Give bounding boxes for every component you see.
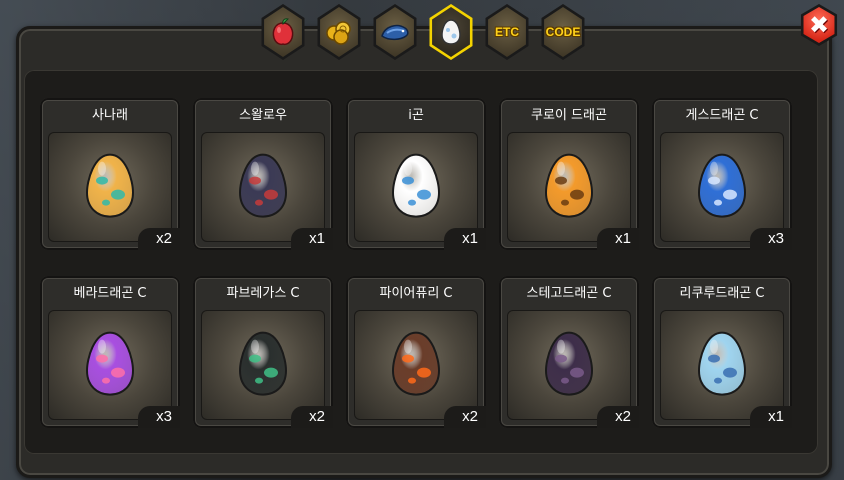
egg-card[interactable]: 베라드래곤 C x3 xyxy=(40,276,180,428)
egg-card[interactable]: i곤 x1 xyxy=(346,98,486,250)
egg-slot xyxy=(354,310,478,420)
egg-icon xyxy=(238,153,288,218)
egg-quantity: x1 xyxy=(597,228,639,250)
tab-coins[interactable] xyxy=(314,4,364,60)
egg-icon xyxy=(544,153,594,218)
egg-grid: 사나래 x2 스왈로우 x1 i곤 x1 쿠로이 드래곤 x1 게스드래곤 Cx3 베라드래곤 C… xyxy=(40,98,792,428)
egg-quantity: x3 xyxy=(750,228,792,250)
egg-icon xyxy=(391,331,441,396)
egg-card[interactable]: 스테고드래곤 C x2 xyxy=(499,276,639,428)
egg-slot xyxy=(354,132,478,242)
category-tabs: ETC CODE xyxy=(258,4,588,60)
close-icon: ✖ xyxy=(808,11,830,39)
egg-name: 리쿠루드래곤 C xyxy=(679,286,765,301)
egg-icon xyxy=(441,19,461,45)
egg-quantity: x1 xyxy=(750,406,792,428)
egg-card[interactable]: 쿠로이 드래곤 x1 xyxy=(499,98,639,250)
egg-name: 베라드래곤 C xyxy=(73,286,147,301)
egg-quantity: x1 xyxy=(291,228,333,250)
egg-name: 게스드래곤 C xyxy=(685,108,759,123)
tab-fish[interactable] xyxy=(370,4,420,60)
egg-quantity: x2 xyxy=(444,406,486,428)
egg-name: i곤 xyxy=(408,108,424,123)
tab-fruit[interactable] xyxy=(258,4,308,60)
red-fruit-icon xyxy=(272,18,294,46)
gold-coins-icon xyxy=(326,21,351,45)
egg-name: 사나래 xyxy=(92,108,128,123)
egg-card[interactable]: 사나래 x2 xyxy=(40,98,180,250)
egg-name: 스테고드래곤 C xyxy=(526,286,612,301)
egg-slot xyxy=(507,310,631,420)
egg-icon xyxy=(85,331,135,396)
tab-eggs[interactable] xyxy=(426,4,476,60)
egg-slot xyxy=(507,132,631,242)
egg-slot xyxy=(48,310,172,420)
egg-card[interactable]: 게스드래곤 C x3 xyxy=(652,98,792,250)
blue-fish-icon xyxy=(381,24,409,41)
egg-card[interactable]: 스왈로우 x1 xyxy=(193,98,333,250)
egg-slot xyxy=(201,132,325,242)
egg-slot xyxy=(660,310,784,420)
egg-card[interactable]: 리쿠루드래곤 C x1 xyxy=(652,276,792,428)
tab-etc[interactable]: ETC xyxy=(482,4,532,60)
egg-name: 파이어퓨리 C xyxy=(379,286,453,301)
egg-icon xyxy=(697,331,747,396)
egg-quantity: x2 xyxy=(291,406,333,428)
egg-quantity: x1 xyxy=(444,228,486,250)
tab-code[interactable]: CODE xyxy=(538,4,588,60)
egg-name: 파브레가스 C xyxy=(226,286,300,301)
egg-name: 쿠로이 드래곤 xyxy=(531,108,607,123)
egg-icon xyxy=(391,153,441,218)
egg-quantity: x2 xyxy=(138,228,180,250)
egg-slot xyxy=(48,132,172,242)
egg-slot xyxy=(660,132,784,242)
egg-icon xyxy=(697,153,747,218)
egg-quantity: x2 xyxy=(597,406,639,428)
tab-etc-label: ETC xyxy=(495,25,519,39)
egg-name: 스왈로우 xyxy=(239,108,287,123)
egg-quantity: x3 xyxy=(138,406,180,428)
egg-card[interactable]: 파이어퓨리 C x2 xyxy=(346,276,486,428)
tab-code-label: CODE xyxy=(545,25,581,39)
egg-card[interactable]: 파브레가스 C x2 xyxy=(193,276,333,428)
egg-icon xyxy=(238,331,288,396)
egg-icon xyxy=(544,331,594,396)
egg-slot xyxy=(201,310,325,420)
egg-icon xyxy=(85,153,135,218)
